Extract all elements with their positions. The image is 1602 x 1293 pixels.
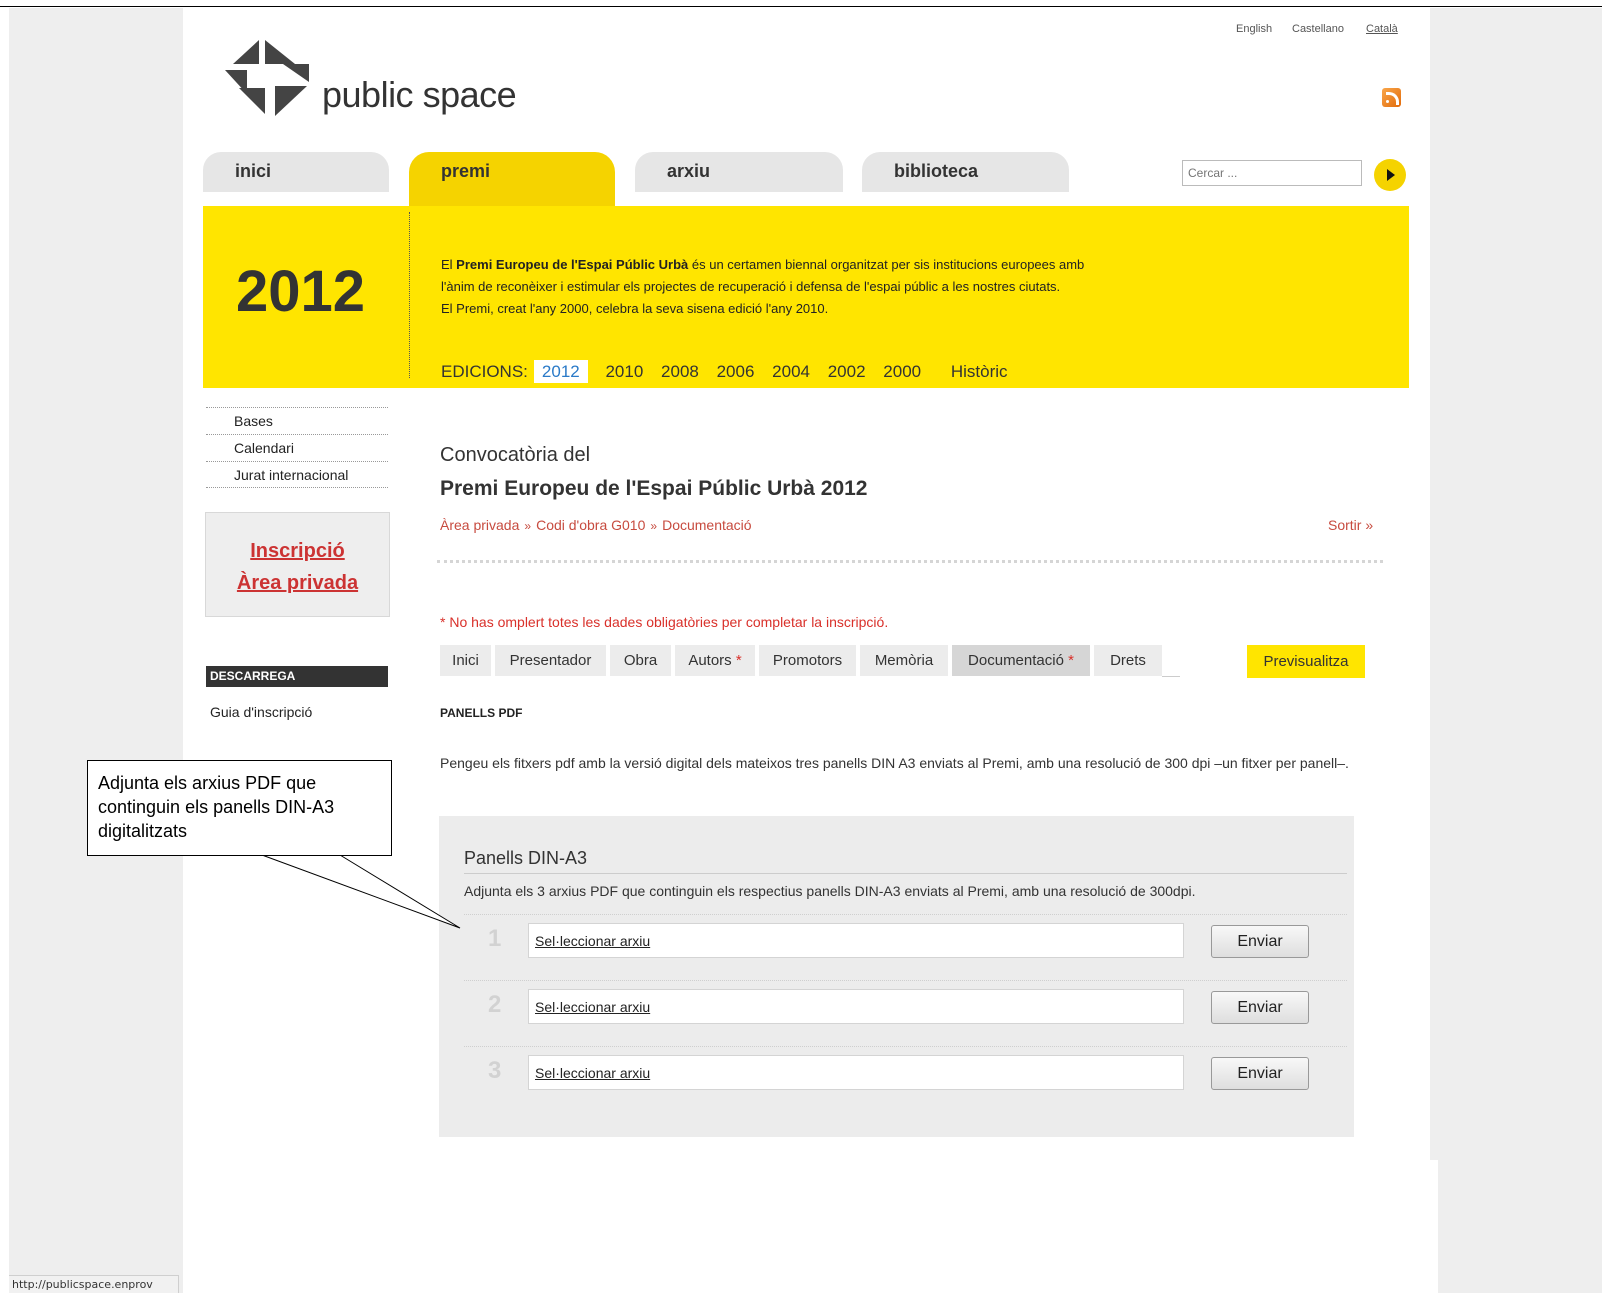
lang-english[interactable]: English	[1236, 23, 1272, 35]
row-divider	[464, 914, 1347, 915]
tab-documentacio[interactable]: Documentació *	[952, 645, 1090, 676]
download-heading: DESCARREGA	[206, 666, 388, 687]
edition-2002[interactable]: 2002	[828, 362, 866, 381]
row-number: 1	[488, 925, 502, 952]
editions-bar: EDICIONS: 2012 2010 2008 2006 2004 2002 2…	[441, 360, 1021, 383]
preview-button[interactable]: Previsualitza	[1247, 645, 1365, 678]
file-select-link[interactable]: Sel·leccionar arxiu	[535, 1065, 650, 1081]
tab-autors[interactable]: Autors *	[675, 645, 755, 676]
registration-box: Inscripció Àrea privada	[205, 512, 390, 617]
right-gutter	[1430, 8, 1602, 1293]
tab-memoria[interactable]: Memòria	[860, 645, 948, 676]
banner-description: El Premi Europeu de l'Espai Públic Urbà …	[441, 257, 1085, 316]
send-button-2[interactable]: Enviar	[1211, 991, 1309, 1024]
edition-2000[interactable]: 2000	[883, 362, 921, 381]
file-select-link[interactable]: Sel·leccionar arxiu	[535, 933, 650, 949]
breadcrumb-private-area[interactable]: Àrea privada	[440, 517, 519, 533]
search-go-icon[interactable]	[1374, 159, 1406, 191]
tab-promotors[interactable]: Promotors	[759, 645, 856, 676]
right-gutter-stub	[1430, 1160, 1438, 1293]
edition-2010[interactable]: 2010	[605, 362, 643, 381]
breadcrumb-work-code[interactable]: Codi d'obra G010	[536, 517, 645, 533]
publicspace-logo-icon[interactable]	[225, 34, 309, 118]
row-number: 3	[488, 1057, 502, 1084]
sidebar-item-calendari[interactable]: Calendari	[206, 434, 388, 461]
send-button-3[interactable]: Enviar	[1211, 1057, 1309, 1090]
breadcrumb: Àrea privada » Codi d'obra G010 » Documentac…	[440, 517, 752, 533]
panel-title: Panells DIN-A3	[464, 848, 588, 868]
breadcrumb-documentation[interactable]: Documentació	[662, 517, 752, 533]
nav-tab-biblioteca[interactable]: biblioteca	[862, 152, 1069, 192]
row-divider	[464, 980, 1347, 981]
status-bar-url: http://publicspace.enprov	[9, 1275, 179, 1293]
lang-catala[interactable]: Català	[1366, 23, 1398, 35]
edition-2008[interactable]: 2008	[661, 362, 699, 381]
nav-tab-inici[interactable]: inici	[203, 152, 389, 192]
editions-label: EDICIONS:	[441, 362, 528, 381]
search-input[interactable]	[1182, 160, 1362, 186]
rss-icon[interactable]	[1382, 88, 1401, 107]
registration-link[interactable]: Inscripció	[206, 535, 389, 567]
edition-2012[interactable]: 2012	[533, 360, 588, 383]
logout-link[interactable]: Sortir »	[1328, 517, 1373, 533]
annotation-callout: Adjunta els arxius PDF que continguin el…	[87, 760, 392, 856]
section-description: Pengeu els fitxers pdf amb la versió dig…	[440, 755, 1349, 771]
tab-obra[interactable]: Obra	[610, 645, 671, 676]
file-select-field-1[interactable]: Sel·leccionar arxiu	[528, 923, 1184, 958]
nav-tab-premi[interactable]: premi	[409, 152, 615, 208]
edition-historic[interactable]: Històric	[951, 362, 1008, 381]
lang-castellano[interactable]: Castellano	[1292, 23, 1344, 35]
row-number: 2	[488, 991, 502, 1018]
send-button-1[interactable]: Enviar	[1211, 925, 1309, 958]
window-top-border	[0, 6, 1602, 7]
breadcrumb-separator: »	[524, 519, 532, 533]
file-select-field-2[interactable]: Sel·leccionar arxiu	[528, 989, 1184, 1024]
dotted-divider	[437, 560, 1383, 563]
tab-drets[interactable]: Drets	[1094, 645, 1162, 676]
guide-download-link[interactable]: Guia d'inscripció	[210, 704, 312, 720]
tab-inici[interactable]: Inici	[440, 645, 491, 676]
required-fields-warning: * No has omplert totes les dades obligat…	[440, 614, 889, 630]
sidebar-item-jurat[interactable]: Jurat internacional	[206, 461, 388, 488]
left-gutter	[9, 8, 183, 1293]
logo-text[interactable]: public space	[322, 74, 517, 116]
row-divider	[464, 1046, 1347, 1047]
tab-presentador[interactable]: Presentador	[495, 645, 606, 676]
section-title: PANELLS PDF	[440, 706, 523, 720]
private-area-link[interactable]: Àrea privada	[206, 567, 389, 599]
nav-tab-arxiu[interactable]: arxiu	[635, 152, 843, 192]
page-title: Premi Europeu de l'Espai Públic Urbà 201…	[440, 477, 868, 500]
panel-description: Adjunta els 3 arxius PDF que continguin …	[464, 883, 1196, 899]
edition-2004[interactable]: 2004	[772, 362, 810, 381]
file-select-link[interactable]: Sel·leccionar arxiu	[535, 999, 650, 1015]
tab-underline	[1162, 676, 1180, 677]
panel-divider	[464, 873, 1347, 874]
edition-2006[interactable]: 2006	[717, 362, 755, 381]
banner-divider	[409, 212, 410, 378]
file-select-field-3[interactable]: Sel·leccionar arxiu	[528, 1055, 1184, 1090]
sidebar-item-bases[interactable]: Bases	[206, 407, 388, 434]
page-title-line1: Convocatòria del	[440, 444, 591, 466]
banner-year: 2012	[236, 259, 366, 324]
breadcrumb-separator: »	[650, 519, 658, 533]
